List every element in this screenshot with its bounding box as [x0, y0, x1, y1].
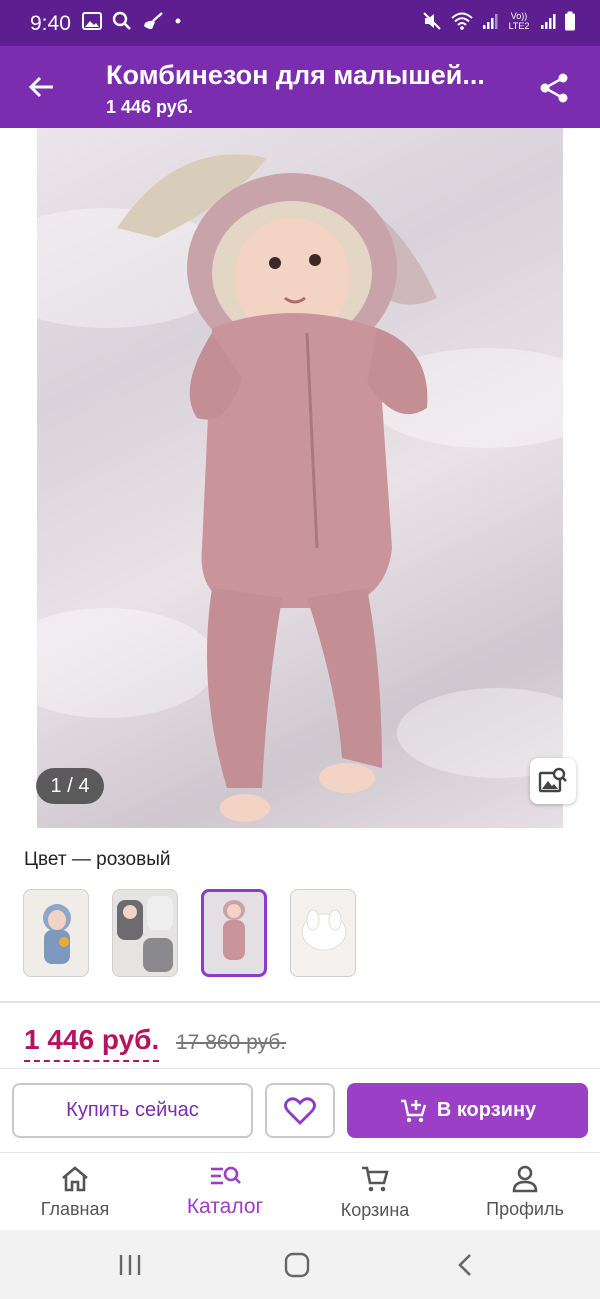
dot-icon — [175, 18, 181, 24]
signal-icon — [541, 14, 556, 29]
page-title: Комбинезон для малышей... — [106, 60, 485, 90]
arrow-left-icon — [28, 76, 53, 98]
old-price: 17 860 руб. — [176, 1031, 287, 1054]
back-button[interactable] — [20, 66, 62, 108]
white-romper-image — [301, 909, 347, 951]
broom-icon — [144, 12, 163, 29]
grey-romper-image — [117, 896, 173, 972]
nav-item-cart[interactable]: Корзина — [300, 1153, 450, 1231]
share-button[interactable] — [534, 68, 574, 108]
battery-icon — [565, 11, 575, 31]
color-label: Цвет — розовый — [24, 849, 171, 870]
system-nav-bar — [0, 1230, 600, 1299]
page-subtitle-price: 1 446 руб. — [106, 97, 193, 117]
app-bar: Комбинезон для малышей... 1 446 руб. — [0, 46, 600, 128]
color-variant-thumb[interactable] — [23, 889, 89, 977]
nav-item-profile[interactable]: Профиль — [450, 1153, 600, 1231]
nav-item-label: Каталог — [186, 1195, 264, 1218]
color-variant-thumb-selected[interactable] — [201, 889, 267, 977]
action-bar: Купить сейчас В корзину — [0, 1068, 600, 1152]
image-search-button[interactable] — [530, 758, 576, 804]
gallery-counter: 1 / 4 — [36, 768, 104, 804]
blue-romper-image — [43, 904, 71, 964]
color-variants — [23, 889, 356, 977]
product-photo[interactable] — [37, 128, 563, 828]
signal-icon — [483, 14, 498, 29]
recents-button[interactable] — [115, 1252, 145, 1278]
lte-label: Vo)) LTE2 — [508, 11, 530, 31]
mute-icon — [423, 12, 441, 30]
add-to-cart-label: В корзину — [436, 1099, 537, 1121]
status-bar: 9:40 Vo)) LTE2 — [0, 0, 600, 46]
recents-icon — [119, 1255, 141, 1275]
chevron-left-icon — [458, 1254, 471, 1276]
cart-icon — [362, 1166, 389, 1191]
home-system-button[interactable] — [282, 1252, 312, 1278]
section-divider — [0, 1001, 600, 1003]
color-variant-thumb[interactable] — [112, 889, 178, 977]
favorite-button[interactable] — [265, 1083, 335, 1138]
status-right-icons: Vo)) LTE2 — [422, 11, 576, 31]
baby-in-pink-romper-image — [117, 154, 437, 822]
wifi-icon — [451, 12, 473, 30]
buy-now-label: Купить сейчас — [66, 1099, 199, 1121]
add-to-cart-button[interactable]: В корзину — [347, 1083, 588, 1138]
nav-item-label: Главная — [40, 1198, 110, 1219]
status-time: 9:40 — [30, 12, 71, 35]
nav-item-home[interactable]: Главная — [0, 1153, 150, 1231]
nav-item-label: Профиль — [486, 1198, 564, 1219]
heart-icon — [284, 1096, 316, 1125]
back-system-button[interactable] — [450, 1252, 480, 1278]
pink-romper-image — [223, 900, 245, 960]
home-square-icon — [284, 1252, 310, 1278]
search-icon — [112, 11, 131, 30]
home-icon — [62, 1165, 88, 1191]
nav-item-label: Корзина — [340, 1199, 410, 1220]
nav-item-catalog[interactable]: Каталог — [150, 1153, 300, 1231]
bottom-nav: Главная Каталог Корзина Профиль — [0, 1152, 600, 1230]
buy-now-button[interactable]: Купить сейчас — [12, 1083, 253, 1138]
add-to-cart-icon — [400, 1099, 426, 1122]
gallery-icon — [82, 12, 102, 30]
status-left-icons — [82, 11, 182, 31]
catalog-search-icon — [211, 1166, 241, 1185]
color-variant-thumb[interactable] — [290, 889, 356, 977]
share-icon — [540, 73, 568, 103]
image-search-icon — [538, 767, 567, 793]
current-price: 1 446 руб. — [24, 1024, 160, 1062]
profile-icon — [512, 1165, 538, 1192]
